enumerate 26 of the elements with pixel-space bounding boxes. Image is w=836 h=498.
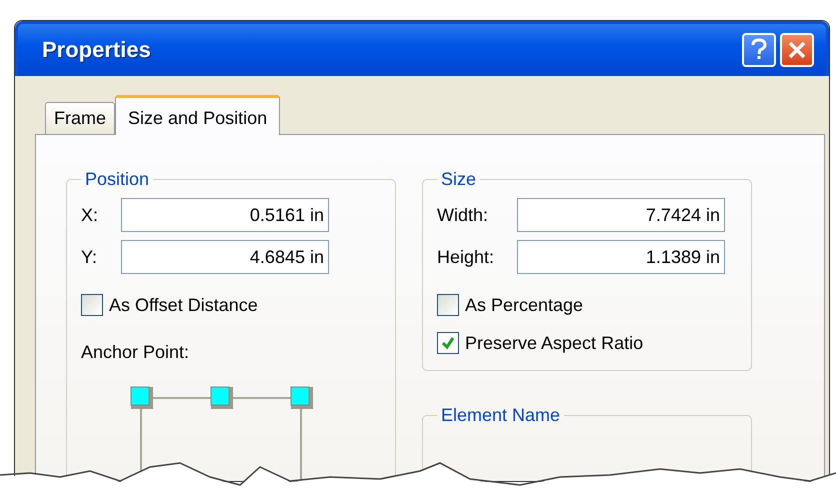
checkbox-label: As Percentage (465, 294, 584, 316)
checkbox-label: Preserve Aspect Ratio (465, 332, 644, 354)
group-title: Element Name (440, 405, 562, 426)
question-mark-icon (750, 38, 768, 62)
field-label: Y: (81, 246, 98, 268)
input-field[interactable]: 7.7424 in (517, 198, 725, 232)
checkbox[interactable] (81, 294, 103, 316)
tab[interactable]: Frame (45, 102, 116, 134)
field-label: Height: (437, 246, 496, 268)
field-label: Width: (437, 204, 490, 226)
checkbox[interactable] (437, 294, 459, 316)
anchor-point-label: Anchor Point: (81, 342, 190, 363)
close-icon (787, 40, 807, 60)
field-label: X: (81, 204, 100, 226)
check-icon (441, 336, 455, 350)
help-button[interactable] (742, 33, 776, 67)
checkbox[interactable] (437, 332, 459, 354)
window-title: Properties (42, 37, 152, 63)
input-field[interactable]: 1.1389 in (517, 240, 725, 274)
group-title: Size (440, 169, 478, 190)
input-field[interactable]: 4.6845 in (121, 240, 329, 274)
close-button[interactable] (780, 33, 814, 67)
tab[interactable]: Size and Position (115, 95, 280, 135)
group-title: Position (84, 169, 150, 190)
checkbox-label: As Offset Distance (109, 294, 258, 316)
input-field[interactable]: 0.5161 in (121, 198, 329, 232)
